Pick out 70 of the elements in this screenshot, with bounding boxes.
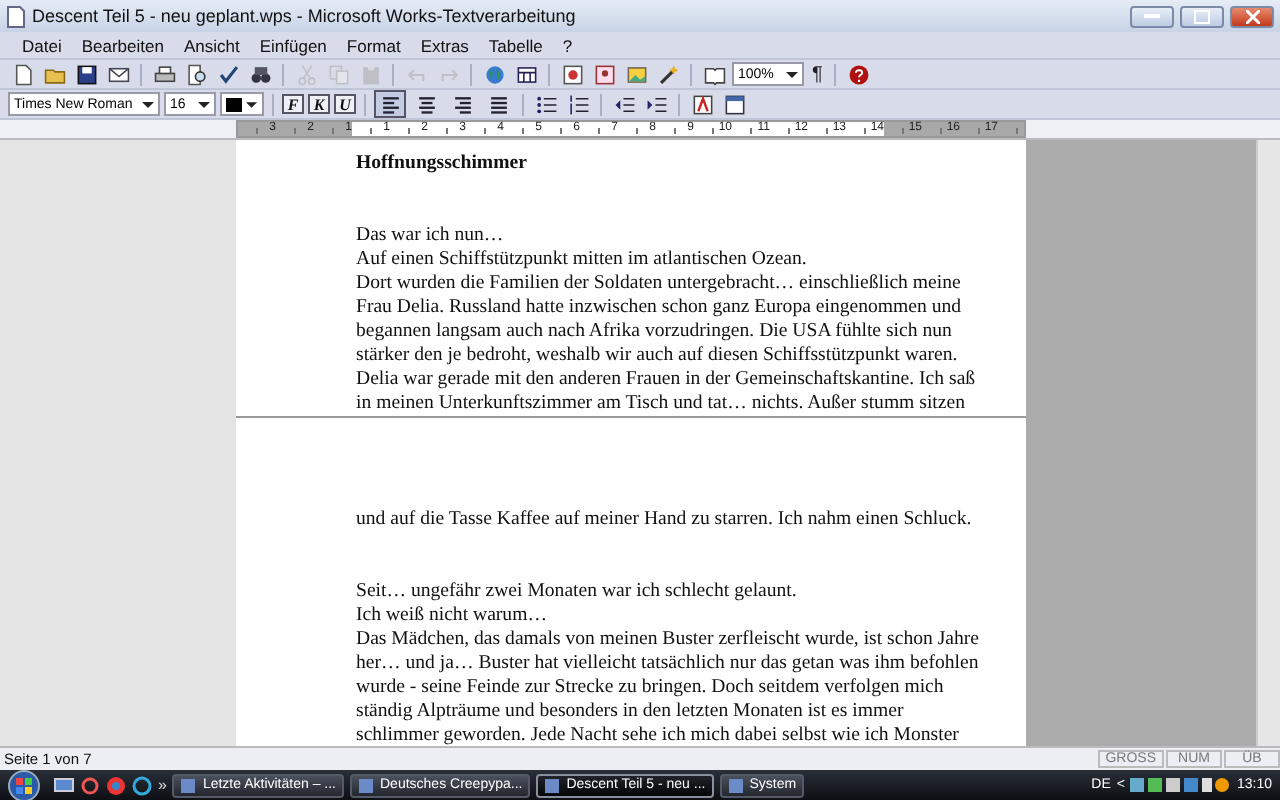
dropdown-caret-icon[interactable] [786, 68, 798, 80]
increase-indent-icon[interactable] [645, 93, 667, 115]
application-icon [544, 777, 561, 793]
minimize-button[interactable] [1130, 5, 1174, 27]
style-button[interactable]: K [308, 94, 330, 114]
text-line: Ich weiß nicht warum… [356, 604, 549, 628]
menu-item[interactable]: Tabelle [478, 35, 553, 55]
text-line: ständig Alpträume und besonders in den letzten Monaten ist es immer [356, 700, 906, 724]
wand-icon[interactable] [657, 63, 679, 85]
text-line: stärker den je bedroht, weshalb wir auch auf diesen Schiffsstützpunkt waren. [356, 344, 960, 368]
open-book-icon[interactable] [703, 63, 725, 85]
text-line: Das Mädchen, das damals von meinen Buster zerfleischt wurde, ist schon Jahre [356, 628, 982, 652]
close-icon [1245, 9, 1259, 23]
dropdown-caret-icon[interactable] [198, 98, 210, 110]
text-line: Frau Delia. Russland hatte inzwischen schon ganz Europa eingenommen und [356, 296, 964, 320]
text-line: wurde - seine Feinde zur Strecke zu bringen. Doch seitdem verfolgen mich [356, 676, 946, 700]
bulleted-list-icon[interactable] [535, 93, 557, 115]
text-line: her… und ja… Buster hat vielleicht tatsächlich nur das getan was ihm befohlen [356, 652, 981, 676]
menu-item[interactable]: ? [552, 35, 583, 55]
style-button[interactable]: F [282, 94, 304, 114]
text-line: Das war ich nun… [356, 224, 506, 248]
restore-button[interactable] [1180, 5, 1224, 27]
minimize-icon [1144, 13, 1160, 19]
text-line: in meinen Unterkunftszimmer am Tisch und tat… nichts. Außer stumm sitzen [356, 392, 967, 416]
application-icon [180, 777, 197, 793]
document-icon [6, 5, 26, 27]
dropdown-caret-icon[interactable] [142, 98, 154, 110]
window-icon[interactable] [723, 93, 745, 115]
close-button[interactable] [1230, 5, 1274, 27]
printer-icon[interactable] [153, 63, 175, 85]
envelope-icon[interactable] [107, 63, 129, 85]
menu-item[interactable]: Ansicht [173, 35, 250, 55]
text-line: Seit… ungefähr zwei Monaten war ich schlecht gelaunt. [356, 580, 799, 604]
desktop-icon[interactable] [54, 775, 74, 795]
scrollbar[interactable] [1256, 140, 1280, 746]
menu-item[interactable]: Einfügen [249, 35, 337, 55]
text-line: Dort wurden die Familien der Soldaten untergebracht… einschließlich meine [356, 272, 963, 296]
style-button[interactable]: U [334, 94, 356, 114]
tray-icons-drawing [1130, 776, 1231, 794]
show-formatting-button[interactable]: ¶ [808, 63, 827, 85]
help-icon[interactable] [847, 63, 870, 85]
table-icon[interactable] [515, 63, 537, 85]
menu-item[interactable]: Extras [410, 35, 479, 55]
application-icon [358, 777, 374, 793]
quick-launch-chevron[interactable]: » [158, 776, 167, 794]
text-line: Auf einen Schiffstützpunkt mitten im atlantischen Ozean. [356, 248, 809, 272]
text-line: Delia war gerade mit den anderen Frauen in der Gemeinschaftskantine. Ich saß [356, 368, 978, 392]
application-icon [727, 777, 744, 793]
check-mark-icon[interactable] [217, 63, 239, 85]
landscape-icon[interactable] [625, 63, 647, 85]
browser-icon[interactable] [106, 775, 126, 795]
align-left-icon[interactable] [374, 90, 406, 118]
menu-item[interactable]: Bearbeiten [71, 35, 174, 55]
text-line: und auf die Tasse Kaffee auf meiner Hand zu starren. Ich nahm einen Schluck. [356, 508, 974, 532]
menu-item[interactable]: Datei [12, 35, 72, 55]
font-color-dropdown[interactable] [220, 92, 264, 116]
decrease-indent-icon[interactable] [613, 93, 635, 115]
binoculars-icon[interactable] [249, 63, 271, 85]
numbered-list-icon[interactable] [567, 93, 589, 115]
text-line: begannen langsam auch nach Afrika vorzudringen. Die USA fühlte sich nun [356, 320, 954, 344]
restore-icon [1194, 9, 1210, 23]
menu-item[interactable]: Format [336, 35, 411, 55]
picture-icon[interactable] [593, 63, 615, 85]
dropdown-caret-icon[interactable] [246, 98, 258, 110]
text-line: schlimmer geworden. Jede Nacht sehe ich mich dabei selbst wie ich Monster [356, 724, 961, 746]
window-title: Descent Teil 5 - neu geplant.wps - Microsoft Works-Textverarbeitung [32, 6, 578, 26]
new-document-icon[interactable] [11, 63, 33, 85]
page-magnifier-icon[interactable] [185, 63, 207, 85]
heading: Hoffnungsschimmer [356, 152, 529, 176]
start-button[interactable] [8, 769, 40, 800]
